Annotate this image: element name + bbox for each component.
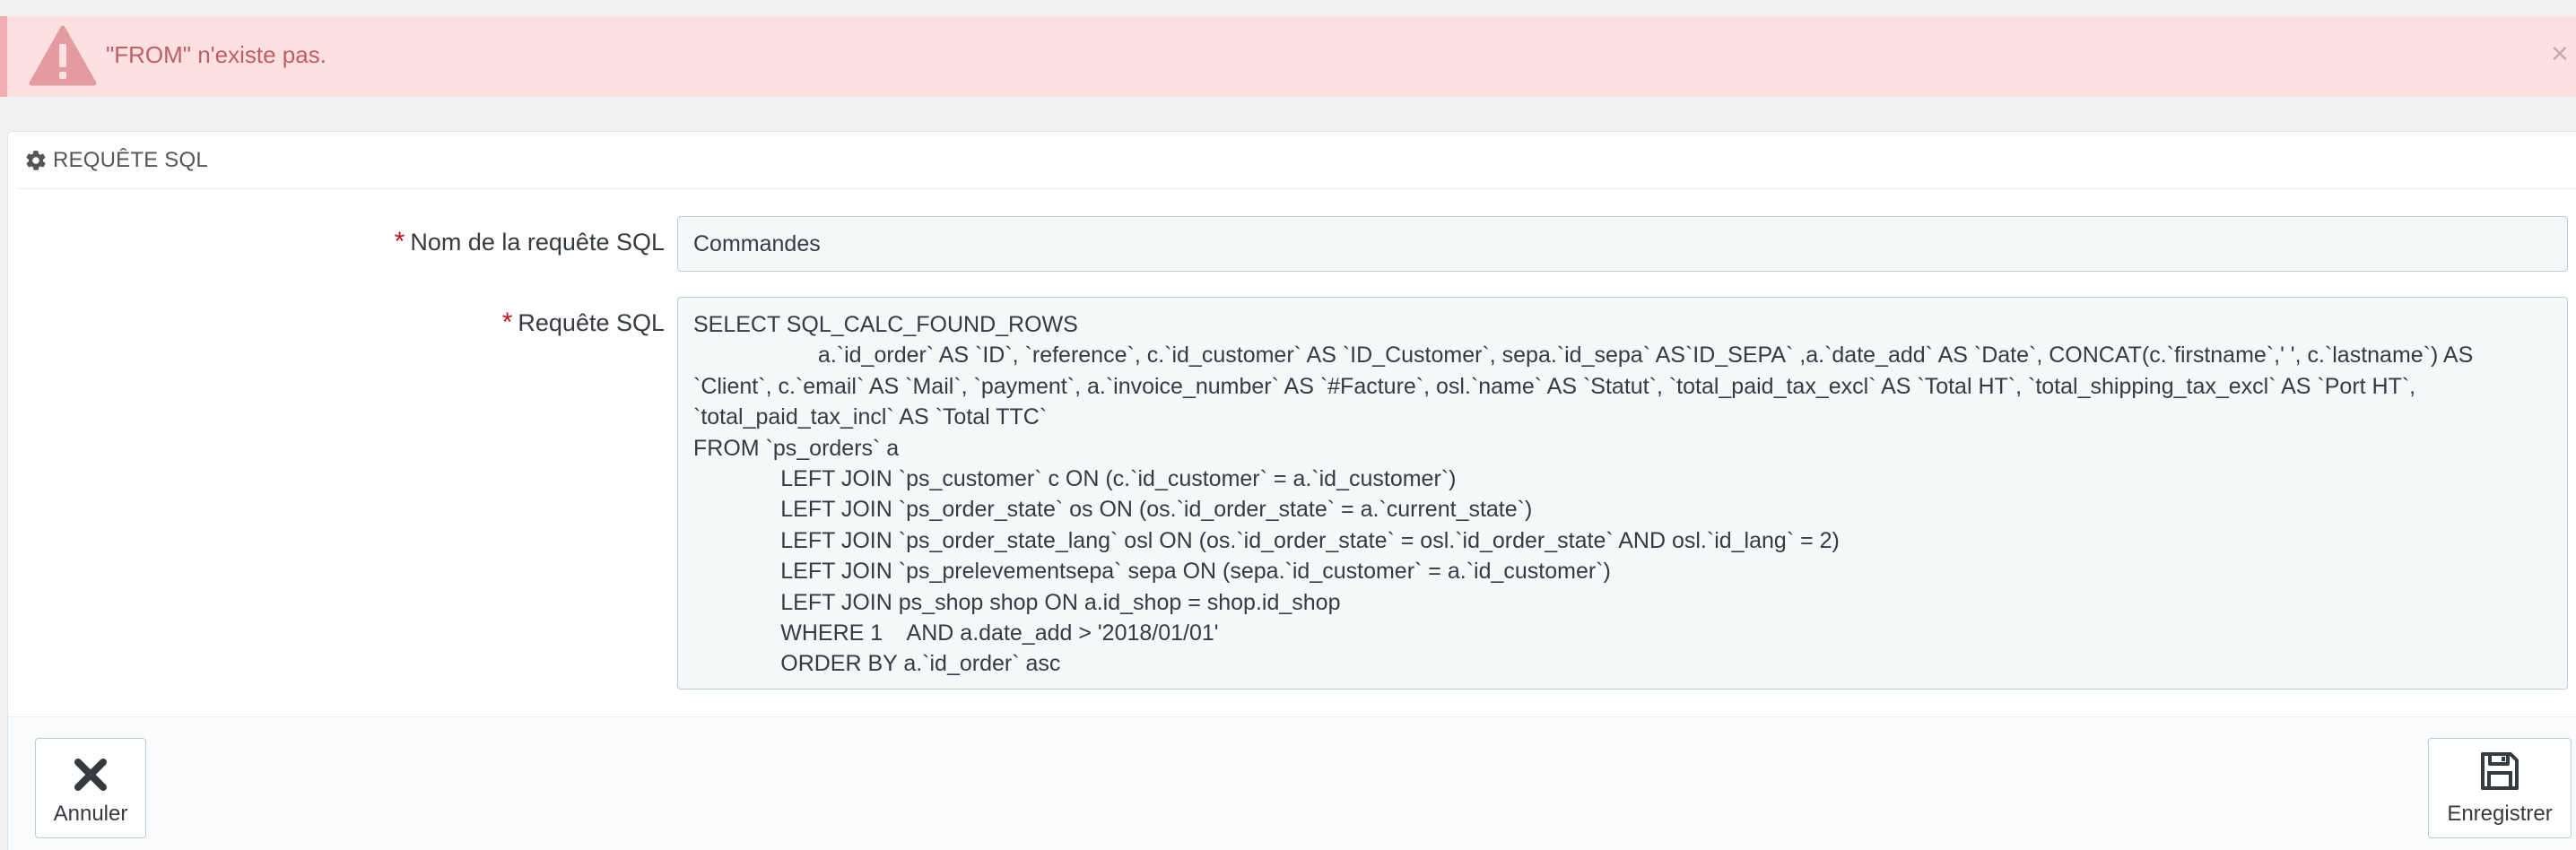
save-button-label: Enregistrer	[2447, 802, 2553, 826]
warning-triangle-icon	[29, 25, 97, 86]
panel-footer	[8, 716, 2576, 850]
sql-query-panel: REQUÊTE SQL *Nom de la requête SQL *Requ…	[7, 131, 2576, 850]
error-alert: "FROM" n'existe pas. ×	[0, 16, 2576, 97]
query-name-label-text: Nom de la requête SQL	[410, 229, 665, 256]
floppy-disk-icon	[2481, 752, 2519, 790]
alert-message: "FROM" n'existe pas.	[106, 41, 326, 68]
panel-heading: REQUÊTE SQL	[17, 132, 2576, 189]
save-button[interactable]: Enregistrer	[2428, 738, 2572, 838]
sql-query-label: * Requête SQL	[502, 308, 665, 338]
panel-title: REQUÊTE SQL	[53, 147, 208, 172]
gear-icon	[26, 150, 46, 170]
required-mark: *	[501, 308, 513, 337]
query-name-label: * Nom de la requête SQL	[395, 227, 665, 257]
sql-query-textarea[interactable]: SELECT SQL_CALC_FOUND_ROWS a.`id_order` …	[677, 297, 2568, 690]
alert-close-button[interactable]: ×	[2551, 36, 2576, 72]
required-mark: *	[394, 227, 405, 256]
cancel-button[interactable]: Annuler	[35, 738, 146, 838]
query-name-input[interactable]	[677, 216, 2568, 272]
close-x-icon	[74, 759, 107, 791]
cancel-button-label: Annuler	[53, 802, 128, 826]
sql-query-label-text: Requête SQL	[518, 309, 665, 336]
